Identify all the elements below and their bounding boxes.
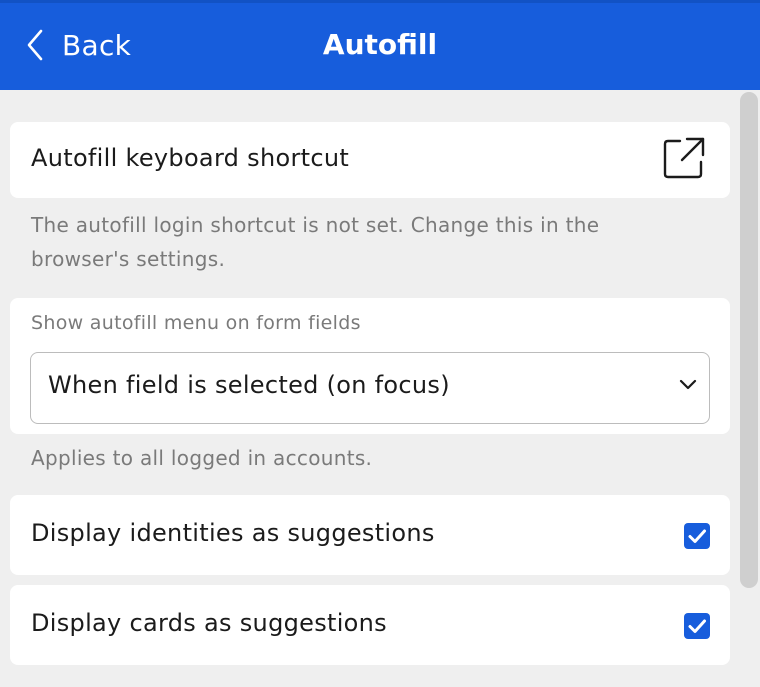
scrollbar-thumb[interactable]: [740, 92, 758, 588]
cards-suggestion-checkbox[interactable]: [684, 613, 710, 639]
external-link-icon[interactable]: [660, 136, 706, 182]
shortcut-help-text: The autofill login shortcut is not set. …: [31, 213, 600, 271]
shortcut-label: Autofill keyboard shortcut: [31, 144, 350, 172]
top-bar: Back Autofill: [0, 0, 760, 90]
checkmark-icon: [688, 619, 706, 633]
cards-suggestion-label: Display cards as suggestions: [31, 609, 387, 637]
autofill-shortcut-row[interactable]: Autofill keyboard shortcut: [10, 122, 730, 198]
autofill-menu-help-text: Applies to all logged in accounts.: [31, 446, 373, 470]
autofill-menu-select[interactable]: When field is selected (on focus): [30, 352, 710, 424]
cards-suggestion-row[interactable]: Display cards as suggestions: [10, 585, 730, 665]
autofill-menu-label: Show autofill menu on form fields: [31, 312, 361, 334]
autofill-menu-setting: Show autofill menu on form fields When f…: [10, 298, 730, 434]
chevron-down-icon: [679, 379, 697, 390]
identities-suggestion-label: Display identities as suggestions: [31, 519, 435, 547]
identities-suggestion-row[interactable]: Display identities as suggestions: [10, 495, 730, 575]
page-title: Autofill: [322, 28, 438, 61]
checkmark-icon: [688, 529, 706, 543]
identities-suggestion-checkbox[interactable]: [684, 523, 710, 549]
autofill-menu-selected-value: When field is selected (on focus): [48, 371, 450, 399]
